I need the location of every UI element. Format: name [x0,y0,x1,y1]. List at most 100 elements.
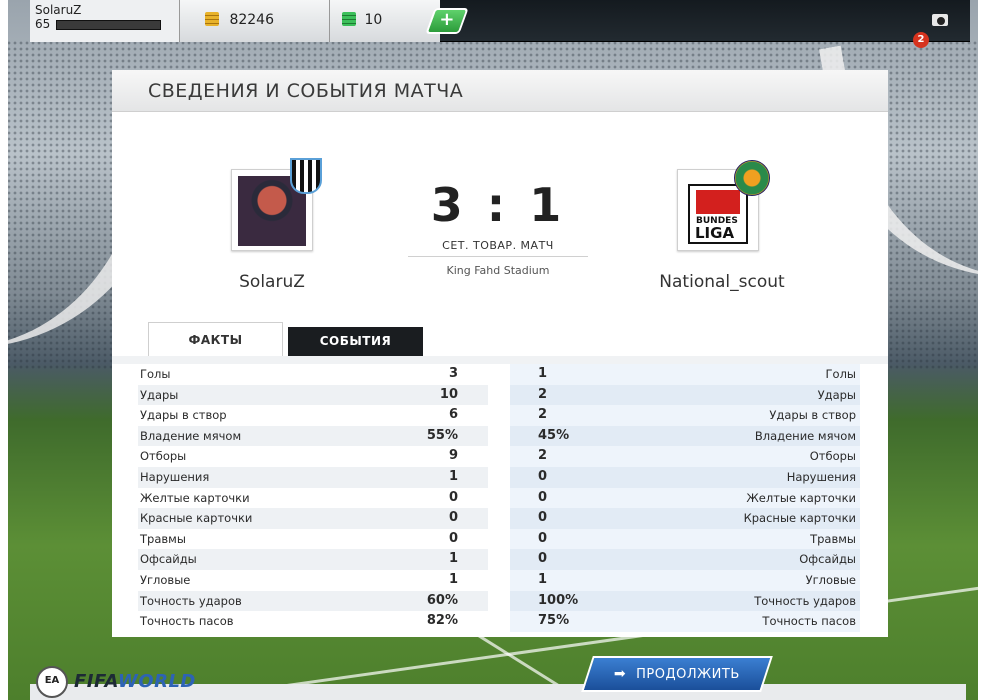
match-score: 3 : 1 [430,178,566,232]
edge-strip [0,0,8,700]
stat-label: Голы [825,367,856,381]
stat-row: Владение мячом 55% 45% Владение мячом [138,425,860,447]
stat-label: Удары [140,387,179,402]
stat-away-value: 2 [538,448,548,464]
stat-away-cell: 75% Точность пасов [510,611,860,632]
logo-fifa: FIFA [74,671,118,692]
stat-away-cell: 0 Офсайды [510,549,860,570]
stat-home-cell: Травмы 0 [138,529,488,550]
stat-row: Красные карточки 0 0 Красные карточки [138,508,860,529]
fifa-world-logo: EA FIFAWORLD [36,664,196,700]
coins-value: 82246 [229,12,274,28]
stat-home-value: 3 [448,366,458,381]
stat-away-value: 0 [538,551,548,567]
stat-away-cell: 0 Травмы [510,528,860,550]
stat-home-cell: Желтые карточки 0 [138,488,488,509]
home-team-badge [231,158,322,251]
stat-label: Травмы [140,531,186,546]
stat-home-value: 1 [448,468,458,484]
stat-home-cell: Голы 3 [138,364,488,385]
stat-label: Точность ударов [754,593,856,608]
stat-label: Офсайды [140,552,197,567]
stat-away-value: 0 [538,468,548,484]
away-crest-icon: BUNDES LIGA [688,160,770,244]
user-level: 65 [35,17,174,31]
stat-label: Владение мячом [754,428,856,443]
match-panel: SolaruZ 3 : 1 СЕТ. ТОВАР. МАТЧ King Fahd… [112,112,888,637]
camera-icon[interactable] [932,14,948,26]
stat-label: Отборы [140,449,187,464]
tab-facts[interactable]: ФАКТЫ [148,322,283,356]
stat-away-cell: 0 Красные карточки [510,508,860,529]
stat-away-value: 1 [538,571,548,587]
stat-home-cell: Угловые 1 [138,570,488,591]
stat-row: Нарушения 1 0 Нарушения [138,466,860,488]
stat-home-cell: Отборы 9 [138,446,488,467]
stat-label: Точность ударов [140,593,242,608]
bundesliga-logo [696,190,740,214]
stat-label: Отборы [809,449,856,464]
coins-counter: 82246 [180,0,330,42]
stat-home-cell: Точность ударов 60% [138,590,488,612]
stat-label: Голы [140,367,171,381]
stat-label: Травмы [810,531,856,546]
stat-away-cell: 100% Точность ударов [510,590,860,612]
home-crest-icon [238,158,322,246]
stat-away-value: 45% [538,427,570,443]
tabs-divider [112,356,888,364]
stat-home-value: 9 [448,448,458,464]
stat-label: Удары [817,387,856,402]
continue-button[interactable]: ➡ ПРОДОЛЖИТЬ [581,656,773,692]
stat-home-value: 60% [426,592,458,608]
stat-away-value: 0 [538,489,548,505]
stat-away-value: 0 [538,510,548,526]
arrow-right-icon: ➡ [613,666,627,682]
stat-label: Нарушения [786,469,856,484]
stat-away-cell: 1 Голы [510,364,860,385]
stat-home-value: 1 [448,551,458,567]
panel-header: СВЕДЕНИЯ И СОБЫТИЯ МАТЧА [112,70,888,112]
stat-home-value: 82% [426,613,458,629]
stat-home-cell: Красные карточки 0 [138,508,488,529]
stat-label: Удары в створ [769,408,856,423]
stat-row: Удары 10 2 Удары [138,384,860,406]
stat-label: Владение мячом [140,428,242,443]
stat-away-value: 2 [538,407,548,423]
tab-events[interactable]: СОБЫТИЯ [288,327,423,356]
gangwon-crest-icon [734,160,770,196]
stat-row: Точность пасов 82% 75% Точность пасов [138,611,860,632]
stat-away-value: 0 [538,530,548,546]
continue-button-content: ➡ ПРОДОЛЖИТЬ [589,658,765,691]
stat-home-cell: Удары в створ 6 [138,405,488,426]
away-team-badge: BUNDES LIGA [677,160,770,251]
user-profile[interactable]: SolaruZ 65 [30,0,180,42]
stat-away-value: 100% [538,592,579,608]
points-counter: 10 [330,0,440,42]
match-type: СЕТ. ТОВАР. МАТЧ [408,239,588,257]
stat-label: Нарушения [140,469,210,484]
stat-home-cell: Офсайды 1 [138,549,488,570]
stat-row: Угловые 1 1 Угловые [138,569,860,591]
username: SolaruZ [35,3,82,17]
stat-away-cell: 0 Нарушения [510,466,860,488]
stat-label: Желтые карточки [746,490,856,505]
notification-badge[interactable]: 2 [913,32,929,48]
stat-row: Удары в створ 6 2 Удары в створ [138,405,860,426]
stat-home-value: 0 [448,489,458,505]
stat-label: Угловые [140,572,191,587]
logo-text: FIFAWORLD [74,671,196,692]
stat-away-value: 1 [538,366,548,381]
stat-row: Офсайды 1 0 Офсайды [138,549,860,570]
home-team-name: SolaruZ [239,272,305,292]
stats-table: Голы 3 1 Голы Удары 10 2 Удары Удары в створ 6 2 Уд… [138,364,860,632]
stat-away-cell: 2 Отборы [510,446,860,467]
plus-icon: + [439,9,455,30]
stat-home-value: 6 [448,407,458,423]
stat-home-value: 1 [448,571,458,587]
stat-away-cell: 2 Удары [510,384,860,406]
badge-text: LIGA [695,224,735,242]
level-progress-bar [56,19,162,30]
away-team-name: National_scout [659,272,785,292]
ea-sports-icon: EA [36,666,68,698]
stat-home-value: 0 [448,530,458,546]
